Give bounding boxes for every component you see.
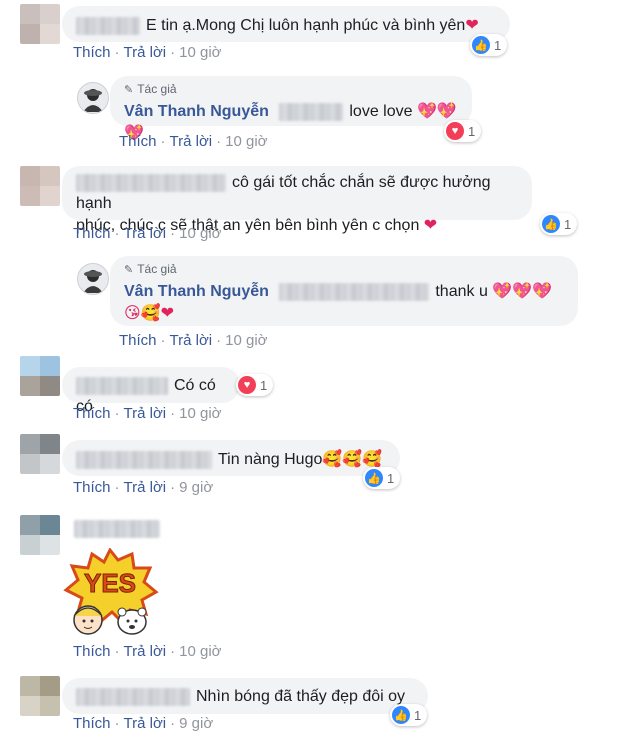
- comment-text: Tin nàng Hugo: [218, 451, 323, 468]
- like-link[interactable]: Thích: [73, 405, 111, 422]
- reply-link[interactable]: Trả lời: [170, 332, 213, 349]
- smiling-hearts-emoji: 🥰🥰🥰: [322, 449, 383, 468]
- timestamp[interactable]: 10 giờ: [225, 332, 267, 349]
- comment-actions: Thích · Trả lời · 10 giờ: [73, 643, 222, 660]
- like-icon: 👍: [542, 215, 560, 233]
- comment-text: Nhìn bóng đã thấy đẹp đôi oy: [196, 688, 406, 705]
- commenter-avatar[interactable]: [20, 676, 60, 716]
- author-name[interactable]: Vân Thanh Nguyễn: [124, 103, 269, 120]
- reply-actions: Thích · Trả lời · 10 giờ: [119, 332, 268, 349]
- comment-actions: Thích · Trả lời · 10 giờ: [73, 225, 222, 242]
- reply-link[interactable]: Trả lời: [170, 133, 213, 150]
- reaction-count[interactable]: 👍 1: [363, 467, 401, 489]
- love-icon: ♥: [446, 122, 464, 140]
- reply-link[interactable]: Trả lời: [124, 405, 167, 422]
- reaction-count[interactable]: 👍 1: [540, 213, 578, 235]
- reaction-count[interactable]: 👍 1: [470, 34, 508, 56]
- blurred-name[interactable]: [76, 450, 212, 469]
- author-reply-bubble: ✎ Tác giả Vân Thanh Nguyễn thank u 💖💖💖 😘🥰…: [110, 256, 578, 326]
- blurred-tag[interactable]: [279, 102, 344, 121]
- kiss-emoji: 😘🥰❤: [124, 303, 175, 322]
- reply-actions: Thích · Trả lời · 10 giờ: [119, 133, 268, 150]
- blurred-name[interactable]: [76, 16, 140, 35]
- author-avatar[interactable]: [77, 82, 109, 114]
- comment-bubble: cô gái tốt chắc chắn sẽ được hưởng hạnh …: [62, 166, 532, 234]
- reaction-count[interactable]: 👍 1: [390, 704, 428, 726]
- comment-text: E tin ạ.Mong Chị luôn hạnh phúc và bình …: [146, 17, 466, 34]
- author-avatar[interactable]: [77, 263, 109, 295]
- like-link[interactable]: Thích: [119, 332, 157, 349]
- commenter-avatar[interactable]: [20, 356, 60, 396]
- like-icon: 👍: [365, 469, 383, 487]
- comment-bubble: Nhìn bóng đã thấy đẹp đôi oy: [62, 678, 428, 714]
- reply-text: love love: [349, 103, 413, 120]
- reply-text: thank u: [435, 283, 488, 300]
- love-icon: ♥: [238, 376, 256, 394]
- like-link[interactable]: Thích: [73, 715, 111, 732]
- timestamp[interactable]: 9 giờ: [179, 715, 213, 732]
- like-icon: 👍: [392, 706, 410, 724]
- timestamp[interactable]: 10 giờ: [225, 133, 267, 150]
- comment-actions: Thích · Trả lời · 10 giờ: [73, 405, 222, 422]
- commenter-avatar[interactable]: [20, 166, 60, 206]
- comment-actions: Thích · Trả lời · 10 giờ: [73, 44, 222, 61]
- sticker-text: YES: [84, 568, 136, 598]
- comment-actions: Thích · Trả lời · 9 giờ: [73, 479, 214, 496]
- author-name[interactable]: Vân Thanh Nguyễn: [124, 283, 269, 300]
- commenter-avatar[interactable]: [20, 4, 60, 44]
- pencil-icon: ✎: [124, 84, 134, 96]
- reaction-count[interactable]: ♥ 1: [236, 374, 274, 396]
- heart-emoji: ❤: [423, 215, 438, 234]
- timestamp[interactable]: 10 giờ: [179, 225, 221, 242]
- author-reply-bubble: ✎ Tác giả Vân Thanh Nguyễn love love 💖💖💖: [110, 76, 472, 142]
- hearts-emoji: 💖💖💖: [492, 281, 553, 300]
- timestamp[interactable]: 10 giờ: [179, 405, 221, 422]
- reply-link[interactable]: Trả lời: [124, 479, 167, 496]
- comment-actions: Thích · Trả lời · 9 giờ: [73, 715, 214, 732]
- like-link[interactable]: Thích: [73, 479, 111, 496]
- pencil-icon: ✎: [124, 264, 134, 276]
- yes-sticker[interactable]: YES: [60, 547, 160, 638]
- commenter-avatar[interactable]: [20, 515, 60, 555]
- blurred-name[interactable]: [76, 173, 226, 192]
- blurred-name[interactable]: [74, 520, 160, 538]
- like-link[interactable]: Thích: [73, 44, 111, 61]
- commenter-avatar[interactable]: [20, 434, 60, 474]
- timestamp[interactable]: 9 giờ: [179, 479, 213, 496]
- heart-emoji: ❤: [465, 15, 479, 34]
- timestamp[interactable]: 10 giờ: [179, 643, 221, 660]
- blurred-tag[interactable]: [279, 282, 430, 301]
- reply-link[interactable]: Trả lời: [124, 715, 167, 732]
- author-tag: ✎ Tác giả: [124, 82, 177, 96]
- comment-bubble: Tin nàng Hugo🥰🥰🥰: [62, 440, 400, 476]
- like-link[interactable]: Thích: [73, 643, 111, 660]
- reply-link[interactable]: Trả lời: [124, 44, 167, 61]
- comment-bubble: E tin ạ.Mong Chị luôn hạnh phúc và bình …: [62, 6, 510, 42]
- reaction-count[interactable]: ♥ 1: [444, 120, 482, 142]
- blurred-name[interactable]: [76, 687, 190, 706]
- author-tag: ✎ Tác giả: [124, 262, 177, 276]
- like-link[interactable]: Thích: [73, 225, 111, 242]
- reply-link[interactable]: Trả lời: [124, 643, 167, 660]
- blurred-name[interactable]: [76, 376, 168, 395]
- timestamp[interactable]: 10 giờ: [179, 44, 221, 61]
- reply-link[interactable]: Trả lời: [124, 225, 167, 242]
- like-link[interactable]: Thích: [119, 133, 157, 150]
- comment-bubble: Có có có: [62, 367, 240, 415]
- like-icon: 👍: [472, 36, 490, 54]
